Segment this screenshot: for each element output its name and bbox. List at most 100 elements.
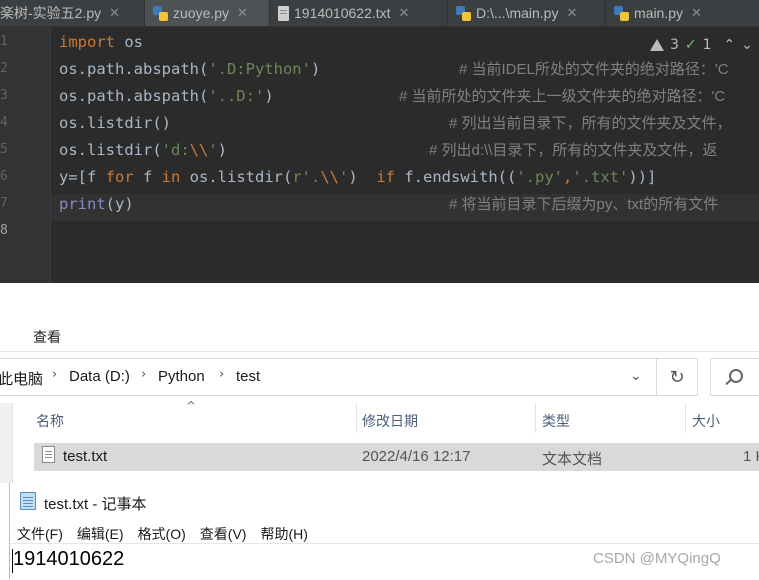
keyword: for: [105, 168, 134, 186]
code-text: os.path.abspath(: [59, 60, 209, 78]
line-number: 7: [0, 196, 8, 211]
ribbon-tab-view[interactable]: 查看: [33, 327, 61, 347]
builtin-function: print: [59, 195, 106, 213]
ok-count: 1: [702, 37, 712, 53]
menu-file[interactable]: 文件(F): [17, 524, 63, 544]
breadcrumb-data-d[interactable]: Data (D:): [69, 368, 130, 385]
code-line-7[interactable]: print(y): [59, 191, 134, 218]
navigation-pane[interactable]: [0, 403, 13, 483]
file-type: 文本文档: [542, 451, 603, 468]
breadcrumb-python[interactable]: Python: [158, 368, 205, 385]
code-text: os.listdir(): [59, 114, 171, 132]
search-icon: [729, 369, 743, 383]
comment: # 列出d:\\目录下，所有的文件夹及文件，返: [429, 142, 718, 159]
tab-label: main.py: [634, 5, 684, 21]
warning-icon: [649, 39, 664, 51]
escape-sequence: \\: [189, 141, 209, 159]
tab-1914010622-txt[interactable]: 1914010622.txt ✕: [270, 0, 448, 26]
string-literal: '..D:': [208, 87, 265, 105]
code-line-5[interactable]: os.listdir('d:\\'): [59, 137, 227, 164]
column-divider[interactable]: [356, 403, 357, 433]
code-line-4[interactable]: os.listdir(): [59, 110, 171, 137]
address-bar[interactable]: 此电脑 › Data (D:) › Python › test ⌄ ↻: [0, 358, 698, 396]
code-line-3[interactable]: os.path.abspath('..D:'): [59, 83, 274, 110]
file-explorer: 查看 此电脑 › Data (D:) › Python › test ⌄ ↻ ^…: [0, 283, 759, 483]
string-literal: '.D:Python': [208, 60, 311, 78]
chevron-right-icon[interactable]: ›: [219, 367, 224, 382]
tab-label: 1914010622.txt: [294, 5, 391, 21]
menu-format[interactable]: 格式(O): [138, 524, 186, 544]
code-line-1[interactable]: import os: [59, 29, 143, 56]
column-header-type[interactable]: 类型: [542, 411, 570, 431]
tab-shiyan5-2[interactable]: 楽树-实验五2.py ✕: [0, 0, 145, 26]
close-icon[interactable]: ✕: [691, 5, 702, 21]
file-modified: 2022/4/16 12:17: [362, 448, 471, 465]
chevron-right-icon[interactable]: ›: [141, 367, 146, 382]
breadcrumb-this-pc[interactable]: 此电脑: [0, 368, 43, 389]
close-icon[interactable]: ✕: [237, 5, 248, 21]
code-text: ): [264, 87, 274, 105]
column-header-name[interactable]: 名称: [36, 411, 64, 431]
chevron-down-icon[interactable]: ⌄: [741, 37, 753, 53]
tab-label: D:\...\main.py: [476, 5, 559, 21]
code-text: y=[f: [59, 168, 106, 186]
check-icon: ✓: [684, 37, 697, 53]
search-box[interactable]: [710, 358, 759, 396]
line-number: 3: [0, 88, 8, 103]
column-header-size[interactable]: 大小: [692, 411, 720, 431]
column-divider[interactable]: [535, 403, 536, 433]
line-number: 6: [0, 169, 8, 184]
comment: # 列出当前目录下，所有的文件夹及文件，: [449, 115, 732, 132]
code-text: ): [348, 168, 377, 186]
code-line-6[interactable]: y=[f for f in os.listdir(r'.\\') if f.en…: [59, 164, 656, 191]
string-literal: ': [339, 168, 349, 186]
file-name: test.txt: [63, 448, 108, 465]
tab-label: 楽树-实验五2.py: [0, 5, 102, 21]
warning-count: 3: [669, 37, 679, 53]
text-file-icon: [42, 446, 55, 463]
code-line-2[interactable]: os.path.abspath('.D:Python'): [59, 56, 320, 83]
string-literal: 'd:: [161, 141, 190, 159]
editor-tab-bar: 楽树-实验五2.py ✕ zuoye.py ✕ 1914010622.txt ✕…: [0, 0, 759, 27]
chevron-up-icon[interactable]: ⌃: [724, 37, 736, 53]
breadcrumb-test[interactable]: test: [236, 368, 260, 385]
close-icon[interactable]: ✕: [399, 5, 410, 21]
line-number: 1: [0, 34, 8, 49]
line-number: 2: [0, 61, 8, 76]
sort-ascending-icon: ^: [186, 399, 197, 413]
keyword: if: [376, 168, 396, 186]
code-text: f.endswith((: [395, 168, 517, 186]
string-literal: ': [208, 141, 218, 159]
file-row[interactable]: test.txt 2022/4/16 12:17 文本文档 1 KB: [34, 443, 759, 471]
line-number: 5: [0, 142, 8, 157]
text-file-icon: [278, 5, 289, 21]
python-file-icon: [153, 5, 168, 21]
code-text: os.path.abspath(: [59, 87, 209, 105]
code-text: ): [217, 141, 228, 159]
comment: # 当前所处的文件夹上一级文件夹的绝对路径：'C: [399, 88, 726, 105]
refresh-icon[interactable]: ↻: [656, 359, 697, 395]
inspection-widget[interactable]: 3 ✓ 1 ⌃ ⌄: [649, 37, 753, 53]
chevron-right-icon[interactable]: ›: [52, 367, 57, 382]
tab-label: zuoye.py: [173, 5, 230, 21]
string-literal: r'.: [292, 168, 321, 186]
menu-view[interactable]: 查看(V): [200, 524, 247, 544]
menu-edit[interactable]: 编辑(E): [77, 524, 124, 544]
menu-help[interactable]: 帮助(H): [260, 524, 307, 544]
comment: # 当前IDEL所处的文件夹的绝对路径：'C: [459, 61, 729, 78]
code-text: os: [115, 33, 143, 51]
column-header-modified[interactable]: 修改日期: [362, 411, 418, 431]
tab-d-main[interactable]: D:\...\main.py ✕: [448, 0, 606, 26]
tab-main[interactable]: main.py ✕: [606, 0, 759, 26]
column-divider[interactable]: [685, 403, 686, 433]
code-area[interactable]: import os os.path.abspath('.D:Python') #…: [59, 27, 759, 283]
chevron-down-icon[interactable]: ⌄: [630, 368, 642, 384]
line-number: 4: [0, 115, 8, 130]
code-text: os.listdir(: [180, 168, 293, 186]
close-icon[interactable]: ✕: [109, 5, 120, 21]
comment: # 将当前目录下后缀为py、txt的所有文件: [449, 196, 719, 213]
string-literal: '.txt': [572, 168, 629, 186]
window-title: test.txt - 记事本: [44, 496, 147, 513]
tab-zuoye[interactable]: zuoye.py ✕: [145, 0, 270, 26]
close-icon[interactable]: ✕: [566, 5, 577, 21]
